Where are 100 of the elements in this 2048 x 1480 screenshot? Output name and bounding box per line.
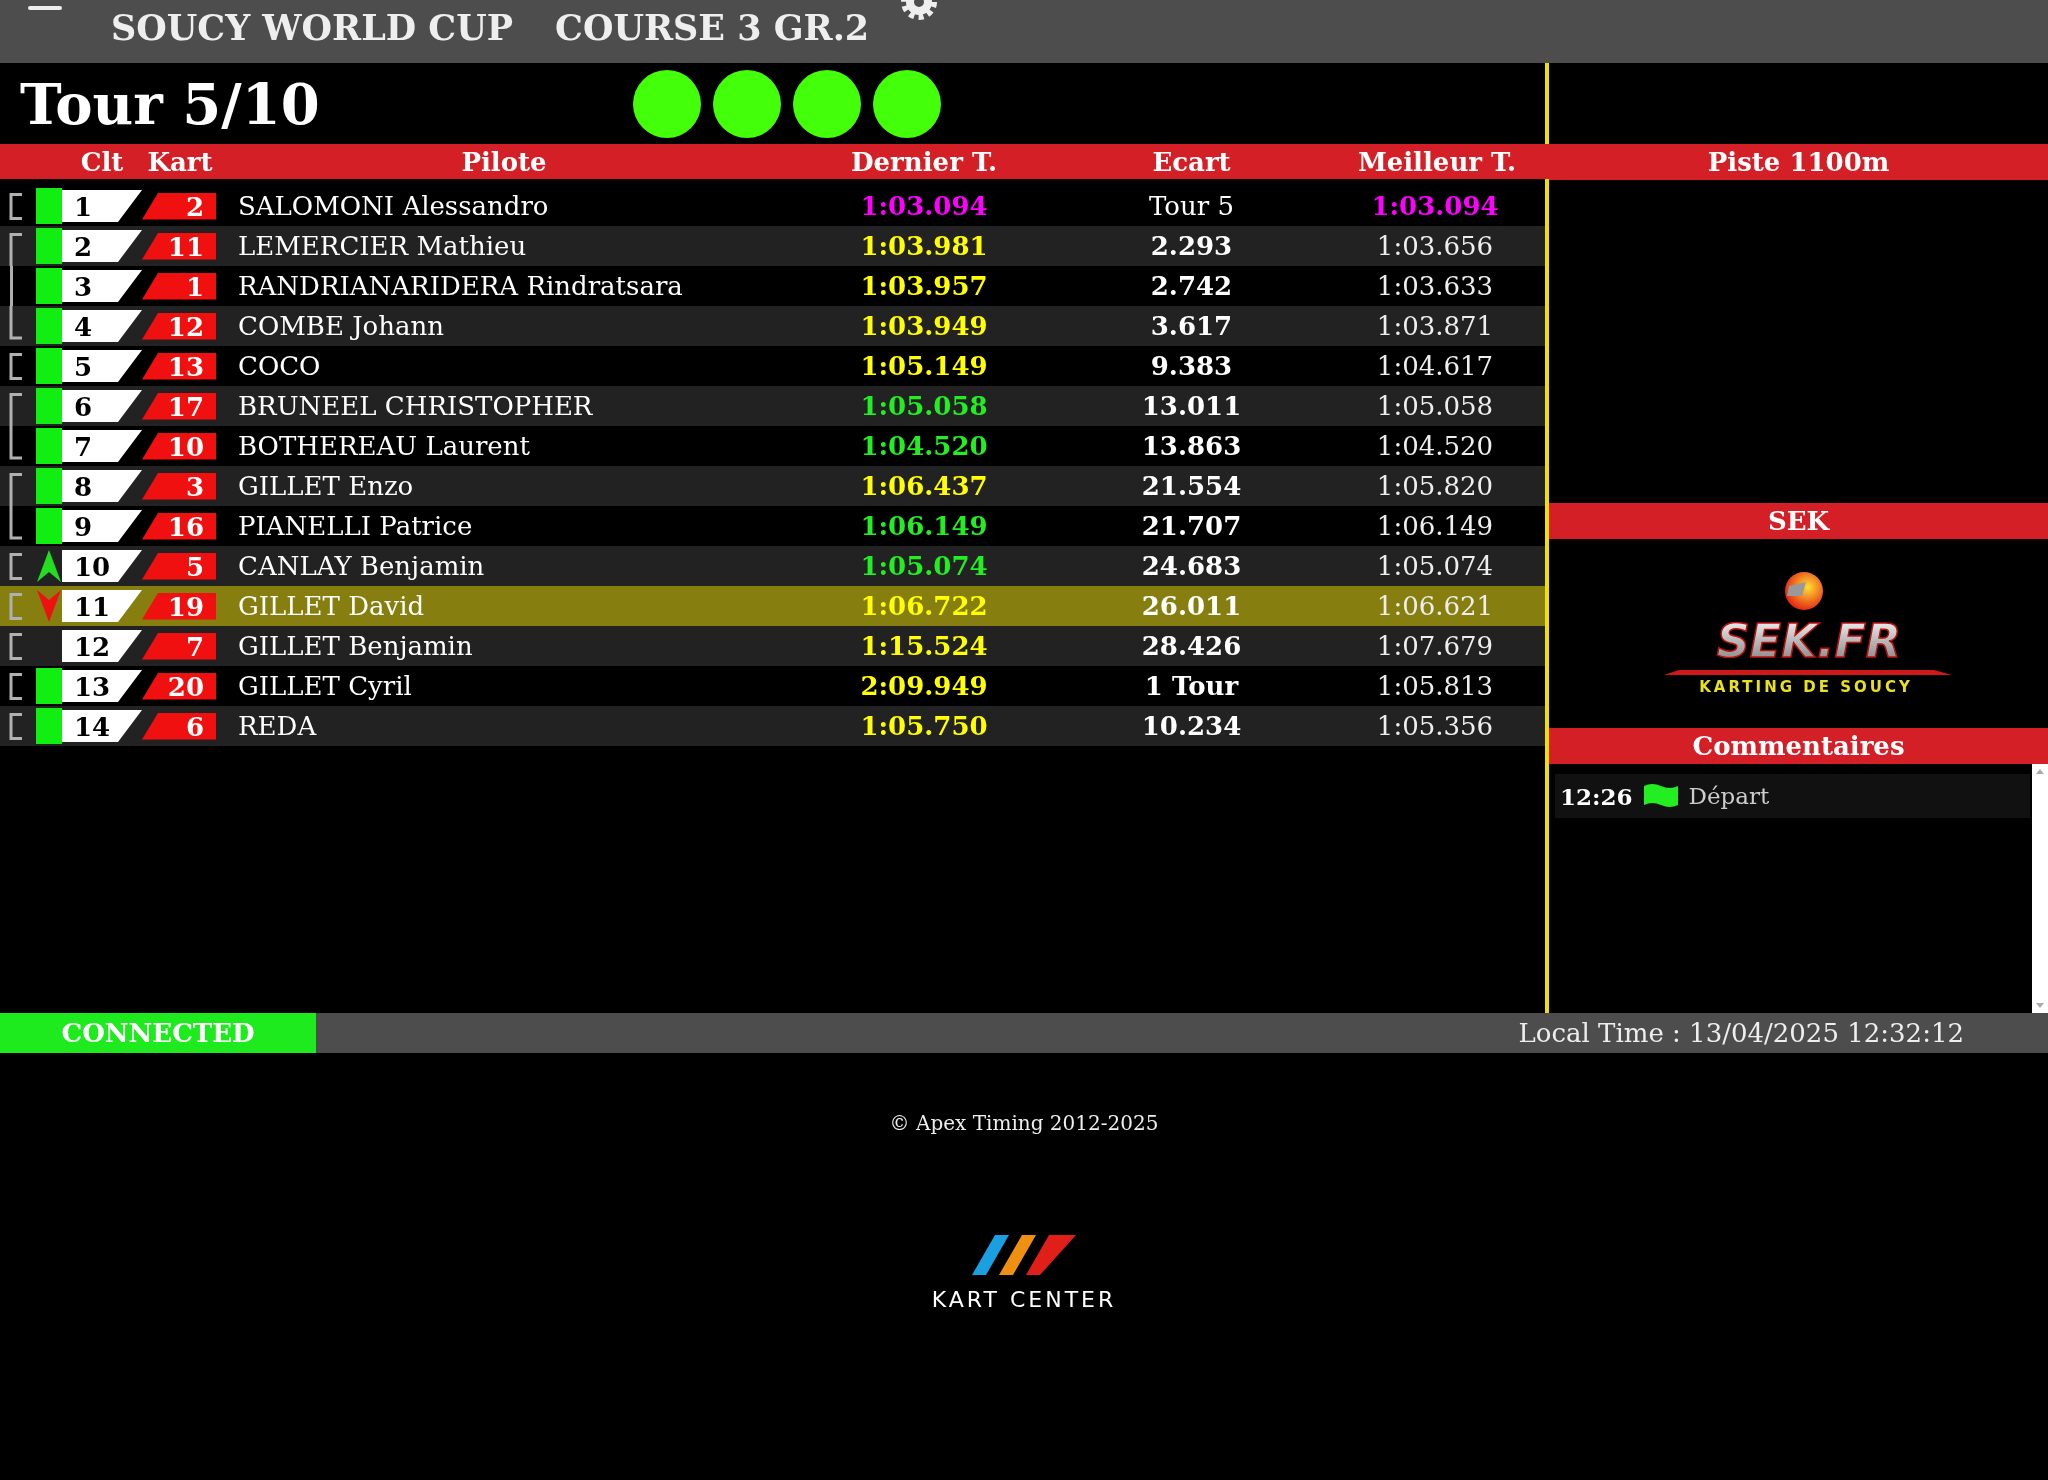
settings-icon[interactable] xyxy=(899,0,940,20)
last-lap-time: 1:05.149 xyxy=(860,351,988,381)
driver-row[interactable]: 14 6 REDA 1:05.750 10.234 1:05.356 xyxy=(0,706,1545,746)
position-badge: 14 xyxy=(62,710,142,742)
driver-name: BOTHEREAU Laurent xyxy=(238,431,530,461)
last-lap-time: 1:06.149 xyxy=(860,511,988,541)
driver-row[interactable]: 4 12 COMBE Johann 1:03.949 3.617 1:03.871 xyxy=(0,306,1545,346)
driver-name: RANDRIANARIDERA Rindratsara xyxy=(238,271,683,301)
lap-counter: Tour 5/10 xyxy=(20,70,320,137)
event-title: COURSE 3 GR.2 xyxy=(555,6,870,50)
copyright-text: © Apex Timing 2012-2025 xyxy=(889,1111,1159,1135)
best-lap-time: 1:05.058 xyxy=(1376,391,1494,421)
position-badge: 12 xyxy=(62,630,142,662)
kart-number-badge: 13 xyxy=(142,352,216,380)
best-lap-time: 1:05.820 xyxy=(1376,471,1494,501)
gap-value: 2.742 xyxy=(1150,271,1233,301)
gap-value: Tour 5 xyxy=(1149,191,1234,221)
local-time: Local Time : 13/04/2025 12:32:12 xyxy=(1518,1018,1964,1048)
gap-value: 13.011 xyxy=(1141,391,1242,421)
position-badge: 8 xyxy=(62,470,142,502)
gap-value: 2.293 xyxy=(1150,231,1233,261)
column-header: Pilote xyxy=(460,146,548,177)
driver-row[interactable]: 6 17 BRUNEEL CHRISTOPHER 1:05.058 13.011 1:05.058 xyxy=(0,386,1545,426)
position-badge: 4 xyxy=(62,310,142,342)
position-badge: 9 xyxy=(62,510,142,542)
best-lap-time: 1:05.813 xyxy=(1376,671,1494,701)
last-lap-time: 1:03.094 xyxy=(860,191,988,221)
stripes-logo-icon xyxy=(972,1235,1076,1275)
best-lap-time: 1:03.094 xyxy=(1371,191,1499,221)
best-lap-time: 1:04.617 xyxy=(1376,351,1494,381)
connection-status: CONNECTED xyxy=(0,1013,316,1053)
kart-number-badge: 10 xyxy=(142,432,216,460)
comments-header: Commentaires xyxy=(1549,728,2048,764)
last-lap-time: 1:03.981 xyxy=(860,231,988,261)
driver-name: COMBE Johann xyxy=(238,311,444,341)
scrollbar[interactable] xyxy=(2032,764,2048,1013)
position-badge: 7 xyxy=(62,430,142,462)
driver-name: BRUNEEL CHRISTOPHER xyxy=(238,391,593,421)
driver-name: CANLAY Benjamin xyxy=(238,551,485,581)
sponsor-header: SEK xyxy=(1549,503,2048,539)
driver-row[interactable]: 11 19 GILLET David 1:06.722 26.011 1:06.621 xyxy=(0,586,1545,626)
gap-value: 24.683 xyxy=(1141,551,1242,581)
kart-number-badge: 5 xyxy=(142,552,216,580)
last-lap-time: 1:04.520 xyxy=(860,431,988,461)
position-badge: 10 xyxy=(62,550,142,582)
gap-value: 1 Tour xyxy=(1144,671,1239,701)
logo-wordmark: SEK.FR xyxy=(1716,614,1901,668)
position-badge: 6 xyxy=(62,390,142,422)
gap-value: 13.863 xyxy=(1141,431,1242,461)
last-lap-time: 1:06.722 xyxy=(860,591,988,621)
last-lap-time: 1:05.074 xyxy=(860,551,988,581)
kart-number-badge: 7 xyxy=(142,632,216,660)
position-badge: 13 xyxy=(62,670,142,702)
kart-number-badge: 16 xyxy=(142,512,216,540)
gap-value: 10.234 xyxy=(1141,711,1242,741)
kart-number-badge: 3 xyxy=(142,472,216,500)
best-lap-time: 1:05.356 xyxy=(1376,711,1494,741)
best-lap-time: 1:03.656 xyxy=(1376,231,1494,261)
best-lap-time: 1:07.679 xyxy=(1376,631,1494,661)
last-lap-time: 1:05.750 xyxy=(860,711,988,741)
column-header: Ecart xyxy=(1151,146,1232,177)
driver-name: GILLET Cyril xyxy=(238,671,412,701)
best-lap-time: 1:05.074 xyxy=(1376,551,1494,581)
column-header: Dernier T. xyxy=(850,146,998,177)
track-header: Piste 1100m xyxy=(1549,144,2048,180)
driver-name: GILLET Enzo xyxy=(238,471,414,501)
kart-number-badge: 12 xyxy=(142,312,216,340)
gap-value: 21.554 xyxy=(1141,471,1242,501)
column-header: Kart xyxy=(146,146,214,177)
last-lap-time: 1:06.437 xyxy=(860,471,988,501)
best-lap-time: 1:04.520 xyxy=(1376,431,1494,461)
last-lap-time: 1:15.524 xyxy=(860,631,988,661)
comment-text: Départ xyxy=(1688,783,1770,809)
kart-number-badge: 19 xyxy=(142,592,216,620)
driver-row[interactable]: 12 7 GILLET Benjamin 1:15.524 28.426 1:07.679 xyxy=(0,626,1545,666)
gap-value: 3.617 xyxy=(1150,311,1233,341)
driver-name: PIANELLI Patrice xyxy=(238,511,473,541)
brand-name: KART CENTER xyxy=(931,1287,1117,1312)
event-title: SOUCY WORLD CUP xyxy=(111,6,514,50)
kart-number-badge: 17 xyxy=(142,392,216,420)
driver-row[interactable]: 2 11 LEMERCIER Mathieu 1:03.981 2.293 1:03.656 xyxy=(0,226,1545,266)
position-badge: 1 xyxy=(62,190,142,222)
last-lap-time: 2:09.949 xyxy=(860,671,988,701)
best-lap-time: 1:06.149 xyxy=(1376,511,1494,541)
driver-name: LEMERCIER Mathieu xyxy=(238,231,527,261)
last-lap-time: 1:05.058 xyxy=(860,391,988,421)
driver-name: COCO xyxy=(238,351,321,381)
driver-row[interactable]: 10 5 CANLAY Benjamin 1:05.074 24.683 1:05.074 xyxy=(0,546,1545,586)
best-lap-time: 1:03.633 xyxy=(1376,271,1494,301)
helmet-icon xyxy=(1784,572,1823,610)
gap-value: 28.426 xyxy=(1141,631,1242,661)
position-badge: 5 xyxy=(62,350,142,382)
position-badge: 3 xyxy=(62,270,142,302)
driver-row[interactable]: 8 3 GILLET Enzo 1:06.437 21.554 1:05.820 xyxy=(0,466,1545,506)
kart-number-badge: 1 xyxy=(142,272,216,300)
position-badge: 2 xyxy=(62,230,142,262)
driver-name: REDA xyxy=(238,711,317,741)
kart-number-badge: 2 xyxy=(142,192,216,220)
gap-value: 9.383 xyxy=(1150,351,1233,381)
driver-name: GILLET David xyxy=(238,591,425,621)
